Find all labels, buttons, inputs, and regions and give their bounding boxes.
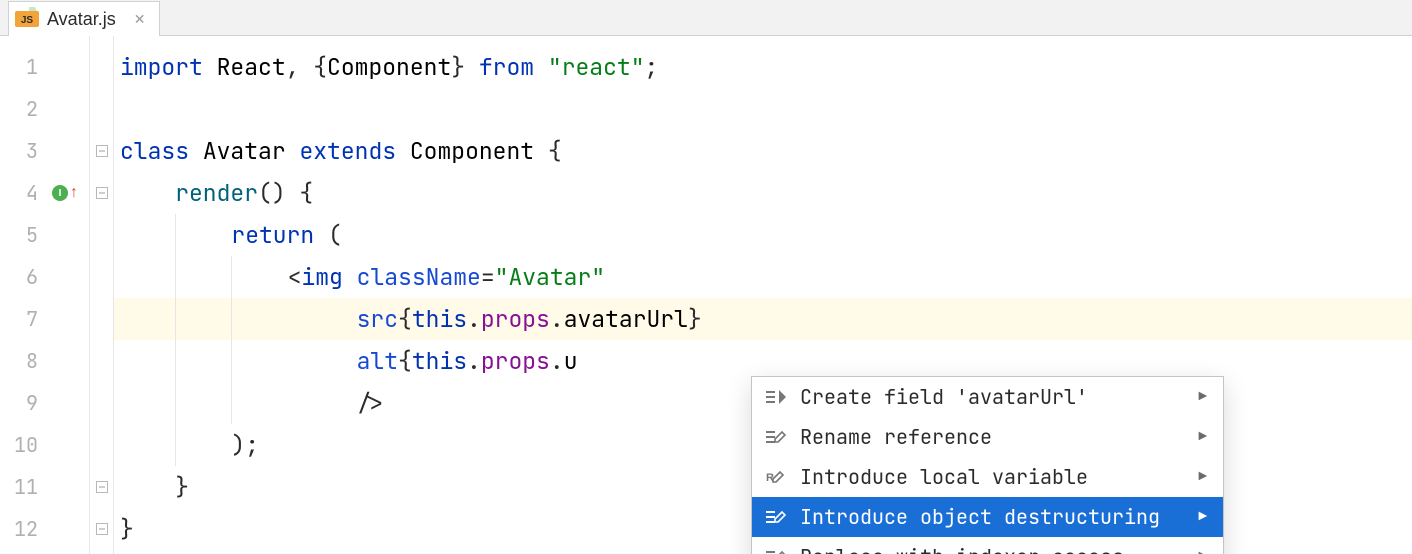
line-number: 3 <box>0 130 48 172</box>
editor-tab[interactable]: JS Avatar.js ✕ <box>8 1 160 36</box>
code-editor[interactable]: 1 2 3 4 5 6 7 8 9 10 11 12 I↑ <box>0 36 1412 554</box>
svg-text:JS: JS <box>21 15 34 26</box>
intention-icon <box>764 507 788 527</box>
code-line[interactable] <box>114 88 1412 130</box>
intention-label: Replace with indexer access <box>800 544 1187 554</box>
intention-label: Create field 'avatarUrl' <box>800 384 1187 410</box>
submenu-arrow-icon: ▶ <box>1199 508 1207 526</box>
code-line[interactable]: import React, {Component} from "react"; <box>114 46 1412 88</box>
intention-item-replace-with-indexer[interactable]: Replace with indexer access ▶ <box>752 537 1223 554</box>
code-line[interactable]: <img className="Avatar" <box>114 256 1412 298</box>
line-number: 4 <box>0 172 48 214</box>
intention-label: Rename reference <box>800 424 1187 450</box>
line-number: 12 <box>0 508 48 550</box>
submenu-arrow-icon: ▶ <box>1199 468 1207 486</box>
fold-end-icon[interactable] <box>90 466 113 508</box>
code-area[interactable]: import React, {Component} from "react"; … <box>114 36 1412 554</box>
implements-gutter-icon[interactable]: I↑ <box>48 172 89 214</box>
marker-gutter: I↑ <box>48 36 90 554</box>
intention-icon <box>764 427 788 447</box>
line-number: 2 <box>0 88 48 130</box>
intention-label: Introduce local variable <box>800 464 1187 490</box>
close-icon[interactable]: ✕ <box>134 11 146 28</box>
refactor-icon: R <box>764 467 788 487</box>
intention-item-introduce-object-destructuring[interactable]: Introduce object destructuring ▶ <box>752 497 1223 537</box>
fold-toggle-icon[interactable] <box>90 130 113 172</box>
intention-actions-popup: Create field 'avatarUrl' ▶ Rename refere… <box>751 376 1224 554</box>
line-number-gutter: 1 2 3 4 5 6 7 8 9 10 11 12 <box>0 36 48 554</box>
editor-tab-bar: JS Avatar.js ✕ <box>0 0 1412 36</box>
intention-icon <box>764 547 788 554</box>
line-number: 8 <box>0 340 48 382</box>
code-line[interactable]: class Avatar extends Component { <box>114 130 1412 172</box>
fold-gutter <box>90 36 114 554</box>
line-number: 1 <box>0 46 48 88</box>
code-line[interactable]: return ( <box>114 214 1412 256</box>
tab-filename: Avatar.js <box>47 9 116 30</box>
submenu-arrow-icon: ▶ <box>1199 388 1207 406</box>
code-line[interactable]: src{this.props.avatarUrl} <box>114 298 1412 340</box>
line-number: 7 <box>0 298 48 340</box>
submenu-arrow-icon: ▶ <box>1199 428 1207 446</box>
fold-toggle-icon[interactable] <box>90 172 113 214</box>
code-line[interactable]: render() { <box>114 172 1412 214</box>
intention-label: Introduce object destructuring <box>800 504 1187 530</box>
line-number: 5 <box>0 214 48 256</box>
line-number: 11 <box>0 466 48 508</box>
intention-item-introduce-local-variable[interactable]: R Introduce local variable ▶ <box>752 457 1223 497</box>
fold-end-icon[interactable] <box>90 508 113 550</box>
intention-item-create-field[interactable]: Create field 'avatarUrl' ▶ <box>752 377 1223 417</box>
line-number: 10 <box>0 424 48 466</box>
submenu-arrow-icon: ▶ <box>1199 548 1207 554</box>
line-number: 9 <box>0 382 48 424</box>
js-file-icon: JS <box>15 7 39 31</box>
intention-item-rename-reference[interactable]: Rename reference ▶ <box>752 417 1223 457</box>
intention-icon <box>764 387 788 407</box>
line-number: 6 <box>0 256 48 298</box>
